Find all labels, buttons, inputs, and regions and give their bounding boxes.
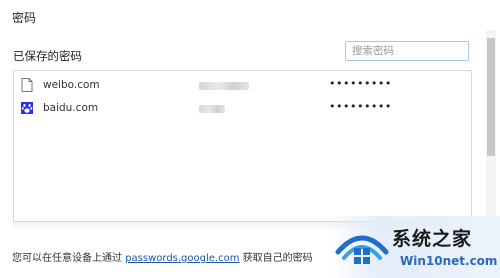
site-name: baidu.com	[43, 102, 99, 114]
passwords-dialog: 密码 已保存的密码 weibo.com ••••••••• baidu.com	[0, 0, 500, 278]
password-row-weibo[interactable]: weibo.com •••••••••	[14, 75, 471, 97]
site-name: weibo.com	[43, 79, 100, 91]
password-mask: •••••••••	[329, 100, 392, 113]
footer-prefix: 您可以在任意设备上通过	[12, 253, 122, 264]
password-row-baidu[interactable]: baidu.com •••••••••	[14, 98, 471, 120]
watermark: 系统之家 Win10net.com	[328, 216, 500, 278]
dialog-scrollbar[interactable]	[486, 30, 496, 245]
house-logo-icon	[335, 235, 389, 264]
saved-passwords-list: weibo.com ••••••••• baidu.com •••••••••	[13, 70, 472, 222]
scrollbar-thumb[interactable]	[487, 38, 495, 156]
saved-passwords-heading: 已保存的密码	[13, 49, 82, 63]
search-passwords-input[interactable]	[345, 41, 469, 61]
username-redacted	[199, 105, 225, 113]
footer-suffix: 获取自己的密码	[242, 253, 313, 264]
footer-note: 您可以在任意设备上通过 passwords.google.com 获取自己的密码	[12, 249, 313, 264]
password-mask: •••••••••	[329, 77, 392, 90]
baidu-paw-icon	[21, 102, 33, 114]
dialog-title: 密码	[12, 11, 37, 25]
passwords-google-link[interactable]: passwords.google.com	[125, 253, 239, 264]
page-icon	[21, 78, 33, 92]
username-redacted	[199, 82, 249, 90]
watermark-title: 系统之家	[392, 228, 473, 250]
watermark-url: Win10net.com	[400, 254, 498, 268]
